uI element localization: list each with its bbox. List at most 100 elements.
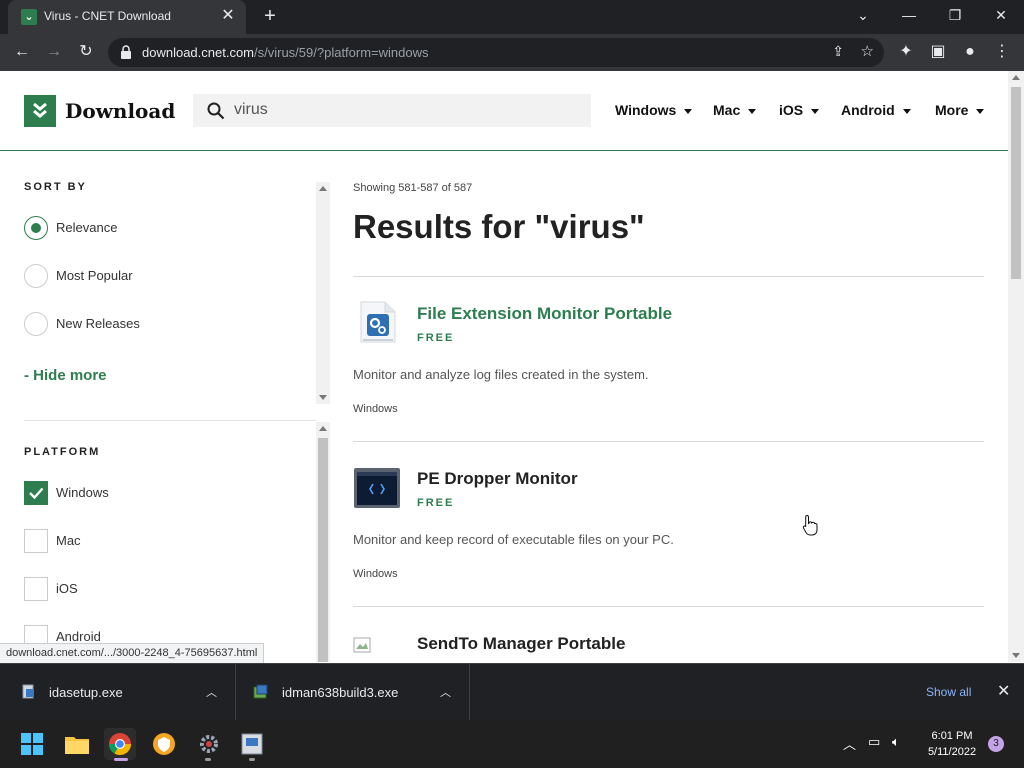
clock-date: 5/11/2022 [927, 746, 977, 758]
logo-text[interactable]: Download [65, 99, 175, 123]
result-description: Monitor and keep record of executable fi… [353, 532, 674, 547]
platform-checkbox-ios[interactable] [24, 577, 48, 601]
platform-checkbox-windows[interactable] [24, 481, 48, 505]
browser-tab-strip: ⌄ Virus - CNET Download ✕ + ⌄ — ❐ ✕ [0, 0, 1024, 34]
windows-taskbar: ︿ ▭ 🔈︎ 6:01 PM 5/11/2022 3 [0, 720, 1024, 768]
result-title-link[interactable]: SendTo Manager Portable [417, 634, 625, 654]
nav-mac[interactable]: Mac [713, 102, 757, 118]
caret-down-icon [748, 108, 757, 114]
platform-scroll-thumb[interactable] [318, 438, 328, 662]
url-text: download.cnet.com/s/virus/59/?platform=w… [142, 45, 429, 60]
platform-label-mac[interactable]: Mac [56, 533, 81, 548]
clock-time: 6:01 PM [931, 730, 973, 742]
scroll-down-arrow-icon[interactable] [319, 395, 327, 400]
chevron-up-icon[interactable]: ︿ [206, 684, 217, 700]
reload-button[interactable]: ↻ [74, 40, 98, 64]
side-panel-icon[interactable]: ▣ [926, 40, 950, 64]
sort-radio-new-releases[interactable] [24, 312, 48, 336]
platform-label-windows[interactable]: Windows [56, 485, 109, 500]
forward-button[interactable]: → [42, 40, 66, 64]
site-header: Download virus Windows Mac iOS Android M… [0, 71, 1008, 151]
open-app-indicator [249, 758, 255, 761]
window-close-button[interactable]: ✕ [978, 0, 1024, 32]
caret-down-icon [811, 108, 820, 114]
caret-down-icon [684, 108, 693, 114]
search-query: virus [234, 101, 268, 118]
address-bar[interactable]: download.cnet.com/s/virus/59/?platform=w… [108, 38, 884, 67]
restore-button[interactable]: ❐ [932, 0, 978, 32]
platform-checkbox-mac[interactable] [24, 529, 48, 553]
system-clock[interactable]: 6:01 PM 5/11/2022 [920, 728, 984, 760]
chrome-taskbar-button[interactable] [104, 728, 136, 760]
link-status-bar: download.cnet.com/.../3000-2248_4-756956… [0, 643, 265, 663]
filter-sidebar: SORT BY Relevance Most Popular New Relea… [0, 152, 330, 662]
broken-image-icon[interactable] [353, 637, 371, 653]
close-icon[interactable]: ✕ [997, 681, 1010, 701]
sort-label-relevance[interactable]: Relevance [56, 220, 117, 235]
tab-close-icon[interactable]: ✕ [218, 6, 238, 26]
download-logo-icon[interactable] [24, 95, 56, 127]
file-explorer-icon[interactable] [61, 728, 93, 760]
new-tab-button[interactable]: + [258, 5, 282, 29]
price-badge: FREE [417, 332, 455, 344]
nav-android[interactable]: Android [841, 102, 911, 118]
back-button[interactable]: ← [10, 40, 34, 64]
monitor-window-icon[interactable] [353, 464, 401, 512]
hand-cursor-icon [802, 514, 818, 536]
caret-down-icon [902, 108, 911, 114]
result-description: Monitor and analyze log files created in… [353, 367, 649, 382]
windows-start-icon[interactable] [16, 728, 48, 760]
scroll-down-arrow-icon[interactable] [1012, 653, 1020, 658]
nav-more[interactable]: More [935, 102, 985, 118]
volume-icon[interactable]: 🔈︎ [892, 734, 900, 750]
sort-label-most-popular[interactable]: Most Popular [56, 268, 133, 283]
sort-radio-most-popular[interactable] [24, 264, 48, 288]
sort-label-new-releases[interactable]: New Releases [56, 316, 140, 331]
vpn-shield-icon[interactable] [148, 728, 180, 760]
sort-scrollbar[interactable] [316, 182, 330, 404]
gear-document-icon[interactable] [353, 298, 401, 346]
minimize-button[interactable]: — [886, 0, 932, 32]
result-title-link[interactable]: File Extension Monitor Portable [417, 304, 672, 324]
tab-search-chevron-icon[interactable]: ⌄ [840, 0, 886, 32]
profile-avatar-icon[interactable]: ● [958, 40, 982, 64]
nav-ios[interactable]: iOS [779, 102, 820, 118]
bookmark-star-icon[interactable]: ☆ [861, 42, 874, 60]
hide-more-link[interactable]: - Hide more [24, 367, 107, 384]
search-input[interactable]: virus [193, 94, 591, 127]
installer-window-icon[interactable] [236, 728, 268, 760]
download-item-idman[interactable]: idman638build3.exe ︿ [236, 664, 470, 721]
results-count: Showing 581-587 of 587 [353, 182, 473, 194]
platform-label-ios[interactable]: iOS [56, 581, 78, 596]
share-icon[interactable]: ⇪ [832, 43, 844, 60]
notification-badge[interactable]: 3 [988, 736, 1004, 752]
sort-radio-relevance[interactable] [24, 216, 48, 240]
result-platform: Windows [353, 403, 398, 415]
scroll-up-arrow-icon[interactable] [1012, 75, 1020, 80]
page-scroll-thumb[interactable] [1011, 87, 1021, 279]
tray-overflow-chevron-icon[interactable]: ︿ [843, 734, 856, 753]
browser-toolbar: ← → ↻ download.cnet.com/s/virus/59/?plat… [0, 34, 1024, 71]
extensions-puzzle-icon[interactable]: ✦ [894, 40, 918, 64]
platform-label-android[interactable]: Android [56, 629, 101, 644]
nav-windows[interactable]: Windows [615, 102, 693, 118]
scroll-up-arrow-icon[interactable] [319, 186, 327, 191]
browser-tab[interactable]: ⌄ Virus - CNET Download ✕ [8, 0, 246, 34]
download-item-idasetup[interactable]: idasetup.exe ︿ [0, 664, 236, 721]
sort-scroll-track [318, 198, 328, 388]
open-app-indicator [205, 758, 211, 761]
settings-gear-icon[interactable] [193, 728, 225, 760]
sort-by-title: SORT BY [24, 181, 87, 193]
scroll-up-arrow-icon[interactable] [319, 426, 327, 431]
show-all-downloads-link[interactable]: Show all [926, 685, 971, 699]
network-icon[interactable]: ▭ [868, 734, 880, 750]
chevron-up-icon[interactable]: ︿ [440, 684, 451, 700]
download-filename: idasetup.exe [49, 685, 123, 700]
platform-scrollbar[interactable] [316, 422, 330, 662]
chrome-icon [109, 733, 131, 755]
result-title-link[interactable]: PE Dropper Monitor [417, 469, 578, 489]
menu-kebab-icon[interactable]: ⋮ [990, 40, 1014, 64]
checkmark-icon [29, 487, 44, 500]
divider [353, 441, 984, 442]
page-scrollbar[interactable] [1008, 71, 1024, 662]
